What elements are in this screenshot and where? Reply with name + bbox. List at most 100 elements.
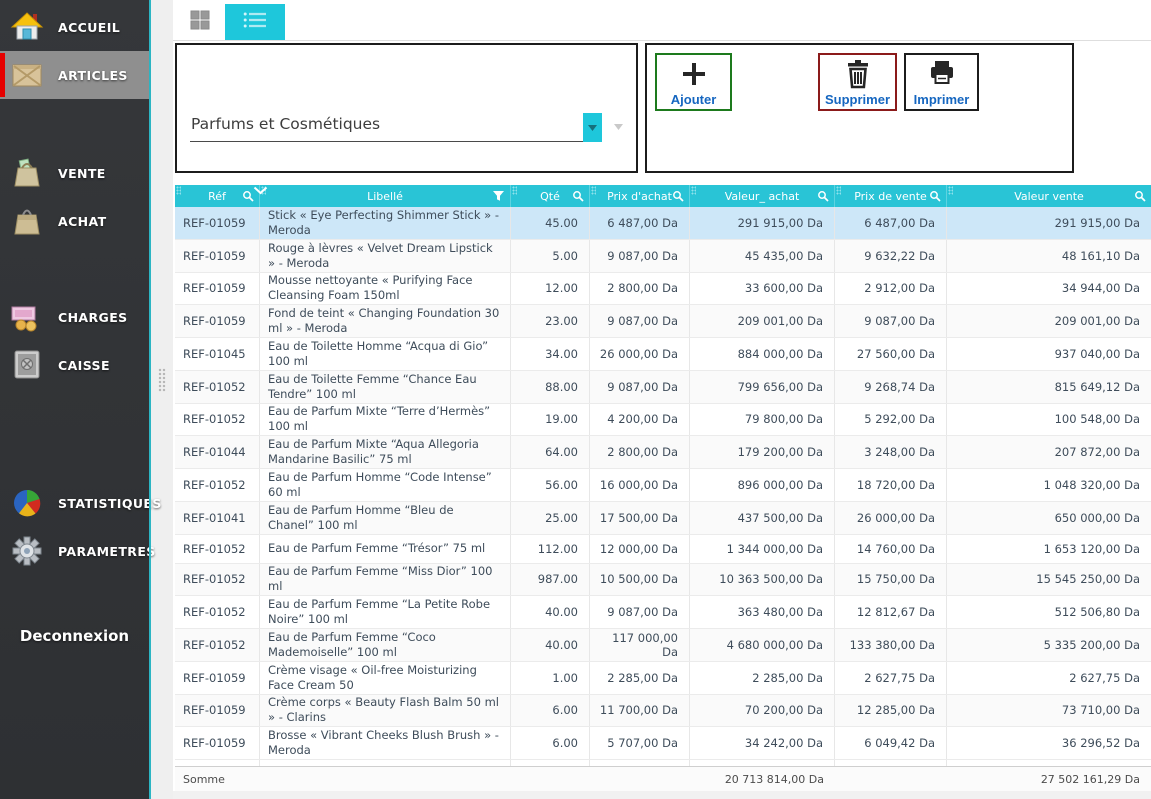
table-row[interactable]: REF-01059Crème visage « Oil-free Moistur… — [175, 662, 1151, 695]
cell-prix-vente: 26 000,00 Da — [835, 502, 947, 534]
cell-qte: 64.00 — [511, 436, 590, 468]
grip-handle-icon — [158, 368, 166, 392]
sidebar-item-label: STATISTIQUES — [58, 496, 162, 511]
cell-valeur-vente: 291 915,00 Da — [947, 207, 1151, 239]
cell-libelle: Eau de Toilette Homme “Acqua di Gio” 100… — [260, 338, 511, 370]
logout-button[interactable]: Deconnexion — [0, 627, 149, 645]
cell-prix-vente: 12 812,67 Da — [835, 596, 947, 628]
column-label: Libellé — [367, 190, 403, 203]
category-filter-panel: Parfums et Cosmétiques — [175, 43, 638, 173]
add-button[interactable]: Ajouter — [655, 53, 732, 111]
table-row[interactable]: REF-01059Crème corps « Beauty Flash Balm… — [175, 695, 1151, 728]
column-splitter[interactable] — [948, 186, 953, 195]
sidebar: ACCUEIL ARTICLES VENTE ACHAT CHARG — [0, 0, 149, 799]
sidebar-item-accueil[interactable]: ACCUEIL — [0, 3, 149, 51]
column-header-valeur-achat[interactable]: Valeur_ achat — [690, 185, 835, 207]
cell-libelle: Eau de Parfum Homme “Bleu de Chanel” 100… — [260, 502, 511, 534]
column-header-valeur-vente[interactable]: Valeur vente — [947, 185, 1151, 207]
column-splitter[interactable] — [691, 186, 696, 195]
table-row[interactable]: REF-01059Mousse nettoyante « Purifying F… — [175, 273, 1151, 306]
column-splitter[interactable] — [176, 186, 181, 195]
table-row[interactable]: REF-01052Eau de Toilette Femme “Chance E… — [175, 371, 1151, 404]
tab-grid-view[interactable] — [175, 4, 225, 40]
print-button-label: Imprimer — [914, 92, 970, 107]
sidebar-item-articles[interactable]: ARTICLES — [0, 51, 149, 99]
table-row[interactable]: REF-01059Stick « Eye Perfecting Shimmer … — [175, 207, 1151, 240]
cell-valeur-vente: 209 001,00 Da — [947, 305, 1151, 337]
cell-valeur-achat: 363 480,00 Da — [690, 596, 835, 628]
cell-prix-vente: 9 087,00 Da — [835, 305, 947, 337]
sidebar-item-statistiques[interactable]: STATISTIQUES — [0, 479, 149, 527]
chevron-down-icon[interactable] — [583, 113, 602, 142]
column-splitter[interactable] — [512, 186, 517, 195]
cell-prix-achat: 4 200,00 Da — [590, 404, 690, 436]
cell-qte: 88.00 — [511, 371, 590, 403]
cell-valeur-vente: 512 506,80 Da — [947, 596, 1151, 628]
cell-qte: 112.00 — [511, 535, 590, 563]
cell-valeur-achat: 45 435,00 Da — [690, 240, 835, 272]
column-header-prix-achat[interactable]: Prix d'achat — [590, 185, 690, 207]
sidebar-item-achat[interactable]: ACHAT — [0, 197, 149, 245]
cell-valeur-achat: 884 000,00 Da — [690, 338, 835, 370]
sidebar-item-parametres[interactable]: PARAMETRES — [0, 527, 149, 575]
sidebar-item-caisse[interactable]: CAISSE — [0, 341, 149, 389]
sidebar-item-charges[interactable]: CHARGES — [0, 293, 149, 341]
table-row[interactable]: REF-01059Brosse « Vibrant Cheeks Blush B… — [175, 727, 1151, 760]
column-splitter[interactable] — [836, 186, 841, 195]
search-icon[interactable] — [1134, 190, 1146, 205]
cell-valeur-vente: 937 040,00 Da — [947, 338, 1151, 370]
cell-prix-achat: 2 285,00 Da — [590, 662, 690, 694]
table-row[interactable]: REF-01052Eau de Parfum Femme “La Petite … — [175, 596, 1151, 629]
cell-ref: REF-01044 — [175, 436, 260, 468]
cell-prix-vente: 15 750,00 Da — [835, 564, 947, 596]
category-dropdown[interactable]: Parfums et Cosmétiques — [190, 100, 602, 142]
sidebar-item-label: ARTICLES — [58, 68, 128, 83]
table-row[interactable]: REF-01041Eau de Parfum Homme “Bleu de Ch… — [175, 502, 1151, 535]
search-icon[interactable] — [572, 190, 584, 205]
column-header-libelle[interactable]: Libellé — [260, 185, 511, 207]
cell-libelle: Eau de Parfum Femme “Trésor” 75 ml — [260, 535, 511, 563]
table-row[interactable]: REF-01052Eau de Parfum Mixte “Terre d’He… — [175, 404, 1151, 437]
column-splitter[interactable] — [591, 186, 596, 195]
cell-prix-achat: 11 700,00 Da — [590, 695, 690, 727]
cell-prix-achat: 2 800,00 Da — [590, 436, 690, 468]
table-row[interactable]: REF-01052Eau de Parfum Femme “Trésor” 75… — [175, 535, 1151, 564]
search-icon[interactable] — [817, 190, 829, 205]
purchase-bag-icon — [9, 203, 45, 239]
sidebar-item-vente[interactable]: VENTE — [0, 149, 149, 197]
cell-valeur-vente: 48 161,10 Da — [947, 240, 1151, 272]
cell-qte: 6.00 — [511, 695, 590, 727]
cell-prix-vente: 3 248,00 Da — [835, 436, 947, 468]
cell-valeur-vente: 650 000,00 Da — [947, 502, 1151, 534]
table-row[interactable]: REF-01059Fond de teint « Changing Founda… — [175, 305, 1151, 338]
cell-valeur-achat: 34 242,00 Da — [690, 727, 835, 759]
cell-ref: REF-01059 — [175, 207, 260, 239]
cell-prix-achat: 9 087,00 Da — [590, 240, 690, 272]
cell-libelle: Eau de Parfum Femme “La Petite Robe Noir… — [260, 596, 511, 628]
cell-prix-achat: 16 000,00 Da — [590, 469, 690, 501]
table-row[interactable]: REF-01052Eau de Parfum Femme “Miss Dior”… — [175, 564, 1151, 597]
print-button[interactable]: Imprimer — [904, 53, 979, 111]
table-row[interactable]: REF-01045Eau de Toilette Homme “Acqua di… — [175, 338, 1151, 371]
cell-libelle: Eau de Parfum Femme “Miss Dior” 100 ml — [260, 564, 511, 596]
filter-funnel-icon[interactable] — [492, 190, 505, 205]
column-header-qte[interactable]: Qté — [511, 185, 590, 207]
column-header-ref[interactable]: Réf — [175, 185, 260, 207]
search-icon[interactable] — [929, 190, 941, 205]
search-icon[interactable] — [672, 190, 684, 205]
sidebar-splitter[interactable] — [151, 0, 173, 799]
trash-icon — [845, 59, 871, 92]
app-window: ACCUEIL ARTICLES VENTE ACHAT CHARG — [0, 0, 1151, 799]
cell-valeur-achat: 291 915,00 Da — [690, 207, 835, 239]
plus-icon — [679, 59, 709, 92]
table-row[interactable]: REF-01052Eau de Parfum Femme “Coco Madem… — [175, 629, 1151, 662]
cell-valeur-vente: 2 627,75 Da — [947, 662, 1151, 694]
table-row[interactable]: REF-01059Rouge à lèvres « Velvet Dream L… — [175, 240, 1151, 273]
column-header-prix-vente[interactable]: Prix de vente — [835, 185, 947, 207]
table-row[interactable]: REF-01044Eau de Parfum Mixte “Aqua Alleg… — [175, 436, 1151, 469]
table-row[interactable]: REF-01052Eau de Parfum Homme “Code Inten… — [175, 469, 1151, 502]
cell-valeur-achat: 10 363 500,00 Da — [690, 564, 835, 596]
tab-list-view[interactable] — [225, 4, 285, 40]
dropdown-arrow-icon — [614, 115, 623, 134]
delete-button[interactable]: Supprimer — [818, 53, 897, 111]
